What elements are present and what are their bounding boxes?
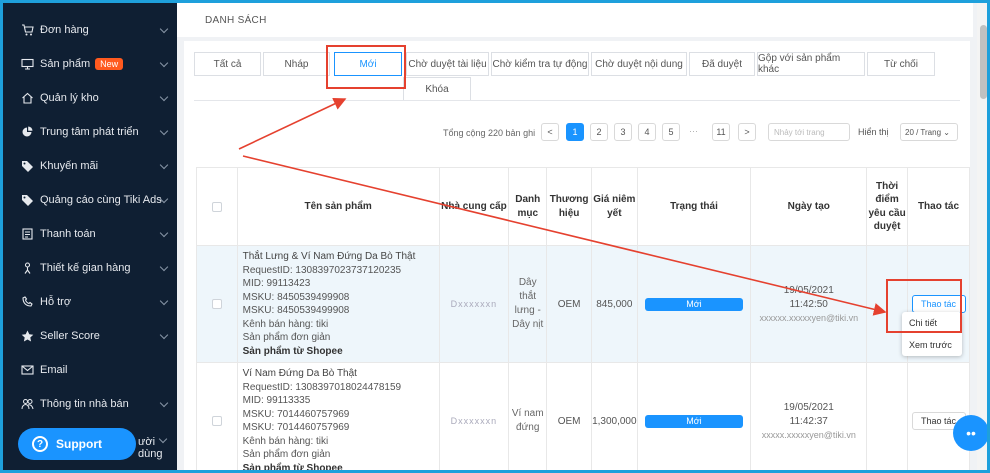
screenshot-frame: Đơn hàng Sản phẩm New Quản lý kho Trung … xyxy=(0,0,990,473)
chat-icon: •• xyxy=(966,425,976,441)
arrow-to-action xyxy=(242,155,887,316)
scrollbar[interactable] xyxy=(977,3,987,470)
annotation-arrows xyxy=(238,97,887,316)
scrollbar-thumb[interactable] xyxy=(980,25,987,99)
arrow-to-new-tab xyxy=(238,97,347,150)
chat-bubble-button[interactable]: •• xyxy=(953,415,987,451)
